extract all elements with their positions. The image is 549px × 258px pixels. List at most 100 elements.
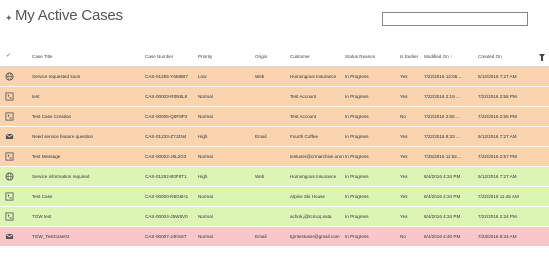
phone-icon bbox=[5, 212, 14, 221]
cell-status-reason: In Progress bbox=[345, 114, 369, 119]
cell-case-title[interactable]: Test Case Creation bbox=[32, 114, 140, 119]
cell-modified-on: 8/4/2016 4:34 PM bbox=[424, 194, 461, 199]
globe-icon bbox=[5, 172, 14, 181]
table-row[interactable]: TGW_TestCase02 CAS-00007-J4K5S7 Normal Emai… bbox=[0, 227, 549, 247]
cell-priority: Normal bbox=[198, 194, 213, 199]
cell-case-title[interactable]: TGW_TestCase02 bbox=[32, 234, 140, 239]
cell-priority: Low bbox=[198, 74, 207, 79]
cell-created-on: 7/22/2016 11:45 AM bbox=[478, 194, 519, 199]
cell-modified-on: 7/25/2016 11:52... bbox=[424, 154, 461, 159]
search-input[interactable] bbox=[382, 12, 528, 26]
email-icon bbox=[5, 132, 14, 141]
cell-status-reason: In Progress bbox=[345, 214, 369, 219]
cell-is-escalated: Yes bbox=[400, 194, 408, 199]
cell-status-reason: In Progress bbox=[345, 134, 369, 139]
phone-icon bbox=[5, 92, 14, 101]
column-header-customer[interactable]: Customer bbox=[290, 54, 344, 59]
column-header-is-escalated[interactable]: Is Earlier bbox=[400, 54, 422, 59]
phone-icon bbox=[5, 112, 14, 121]
cell-priority: Normal bbox=[198, 114, 213, 119]
cell-customer[interactable]: Alpine Ski House bbox=[290, 194, 344, 199]
cell-modified-on: 8/4/2016 4:40 PM bbox=[424, 234, 461, 239]
cell-case-number: CAS-00000-N6G5H1 bbox=[145, 194, 189, 199]
cell-priority: High bbox=[198, 134, 208, 139]
column-header-priority[interactable]: Priority bbox=[198, 54, 250, 59]
cell-case-title[interactable]: Test Message bbox=[32, 154, 140, 159]
cell-is-escalated: No bbox=[400, 234, 406, 239]
cell-case-number: CAS-00004-J5W8V0 bbox=[145, 214, 188, 219]
column-header-case-number[interactable]: Case Number bbox=[145, 54, 197, 59]
cell-case-number: CAS-00007-J4K5S7 bbox=[145, 234, 187, 239]
cell-case-title[interactable]: Need service feature question bbox=[32, 134, 140, 139]
cell-customer[interactable]: Test Account bbox=[290, 114, 344, 119]
table-row[interactable]: Service information required CAS-01252-B0… bbox=[0, 167, 549, 187]
table-row[interactable]: test CAS-00003-R0N8L8 Normal Test Account In… bbox=[0, 87, 549, 107]
cell-priority: Normal bbox=[198, 154, 213, 159]
chevron-down-icon[interactable]: ⌄ bbox=[113, 13, 120, 22]
column-header-origin[interactable]: Origin bbox=[255, 54, 289, 59]
cell-status-reason: In Progress bbox=[345, 174, 369, 179]
cell-modified-on: 7/22/2016 2:19 ... bbox=[424, 94, 460, 99]
cell-case-number: CAS-00005-Q6F8P2 bbox=[145, 114, 188, 119]
table-row[interactable]: Test Case Creation CAS-00005-Q6F8P2 Normal… bbox=[0, 107, 549, 127]
select-all-checkbox[interactable]: ✓ bbox=[6, 52, 11, 59]
view-title[interactable]: My Active Cases bbox=[15, 7, 123, 24]
column-header-status-reason[interactable]: Status Reason bbox=[345, 54, 399, 59]
cell-is-escalated: Yes bbox=[400, 174, 408, 179]
globe-icon bbox=[5, 72, 14, 81]
table-row[interactable]: Test Case CAS-00000-N6G5H1 Normal Alpine Sk… bbox=[0, 187, 549, 207]
phone-icon bbox=[5, 152, 14, 161]
table-row[interactable]: Need service feature question CAS-01233-Z… bbox=[0, 127, 549, 147]
pin-icon[interactable]: ✦ bbox=[5, 13, 13, 24]
cell-priority: Normal bbox=[198, 214, 213, 219]
cell-status-reason: In Progress bbox=[345, 194, 369, 199]
cell-is-escalated: Yes bbox=[400, 134, 408, 139]
cell-case-title[interactable]: TGW test bbox=[32, 214, 140, 219]
cell-case-number: CAS-00003-R0N8L8 bbox=[145, 94, 188, 99]
cell-created-on: 7/22/2016 2:55 PM bbox=[478, 114, 517, 119]
phone-icon bbox=[5, 192, 14, 201]
cell-customer[interactable]: Humongous Insurance bbox=[290, 74, 344, 79]
cell-case-number: CAS-01255-Y6M6B7 bbox=[145, 74, 188, 79]
cell-case-title[interactable]: Test Case bbox=[32, 194, 140, 199]
cell-created-on: 7/23/2016 8:34 AM bbox=[478, 234, 517, 239]
table-row[interactable]: TGW test CAS-00004-J5W8V0 Normal achok.j@tc… bbox=[0, 207, 549, 227]
cell-created-on: 5/12/2016 7:27 AM bbox=[478, 74, 517, 79]
cell-origin: Email bbox=[255, 234, 267, 239]
cell-case-number: CAS-01252-B0F8T1 bbox=[145, 174, 187, 179]
cell-priority: Normal bbox=[198, 94, 213, 99]
cell-modified-on: 7/22/2016 12:06... bbox=[424, 74, 462, 79]
cell-modified-on: 7/22/2016 8:33 ... bbox=[424, 134, 460, 139]
view-header: ✦ My Active Cases ⌄ bbox=[0, 0, 549, 38]
cell-customer[interactable]: Test Account bbox=[290, 94, 344, 99]
cell-case-number: CAS-01233-Z7J2N4 bbox=[145, 134, 187, 139]
grid-body: Service requested soon CAS-01255-Y6M6B7 Lo… bbox=[0, 67, 549, 247]
cases-grid: ✓ Case Title Case Number Priority Origin… bbox=[0, 49, 549, 247]
cell-case-title[interactable]: Service information required bbox=[32, 174, 140, 179]
cell-created-on: 5/12/2016 7:27 AM bbox=[478, 134, 517, 139]
column-header-created-on[interactable]: Created On bbox=[478, 54, 528, 59]
cell-origin: Web bbox=[255, 174, 265, 179]
cell-is-escalated: Yes bbox=[400, 74, 408, 79]
column-header-modified-on[interactable]: Modified On ↑ bbox=[424, 54, 464, 59]
cell-created-on: 7/22/2016 2:24 PM bbox=[478, 214, 517, 219]
cell-is-escalated: No bbox=[400, 114, 406, 119]
cell-customer[interactable]: achok.j@tcmcq.sata bbox=[290, 214, 344, 219]
cell-customer[interactable]: Fourth Coffee bbox=[290, 134, 344, 139]
cell-is-escalated: Yes bbox=[400, 154, 408, 159]
cell-status-reason: In Progress bbox=[345, 74, 369, 79]
cell-customer[interactable]: testuser@crmarchive.onmi... bbox=[290, 154, 344, 159]
table-row[interactable]: Service requested soon CAS-01255-Y6M6B7 Lo… bbox=[0, 67, 549, 87]
cell-created-on: 7/22/2016 2:57 PM bbox=[478, 154, 517, 159]
cell-customer[interactable]: Humongous Insurance bbox=[290, 174, 344, 179]
cell-case-title[interactable]: test bbox=[32, 94, 140, 99]
cell-created-on: 7/22/2016 2:58 PM bbox=[478, 94, 517, 99]
cell-origin: Web bbox=[255, 74, 265, 79]
cell-customer[interactable]: tgmtestuser@gmail.com bbox=[290, 234, 344, 239]
table-row[interactable]: Test Message CAS-00002-J5L2G2 Normal testus… bbox=[0, 147, 549, 167]
cell-case-title[interactable]: Service requested soon bbox=[32, 74, 140, 79]
cell-priority: High bbox=[198, 174, 208, 179]
column-header-case-title[interactable]: Case Title bbox=[32, 54, 140, 59]
filter-icon[interactable] bbox=[539, 54, 545, 62]
email-icon bbox=[5, 232, 14, 241]
